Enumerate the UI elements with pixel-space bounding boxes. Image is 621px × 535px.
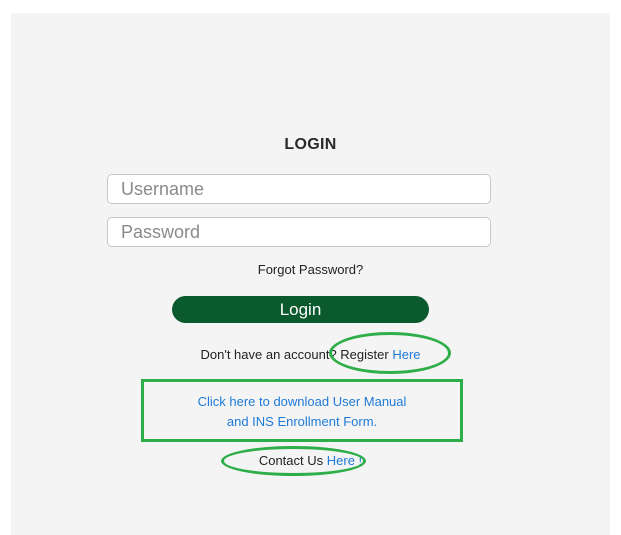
download-line-1: Click here to download User Manual bbox=[197, 394, 407, 409]
contact-here-link[interactable]: Here ! bbox=[327, 453, 362, 468]
register-here-link[interactable]: Here bbox=[392, 347, 420, 362]
password-input[interactable] bbox=[107, 217, 491, 247]
login-button[interactable]: Login bbox=[172, 296, 429, 323]
forgot-password-link[interactable]: Forgot Password? bbox=[11, 262, 610, 277]
contact-prompt-text: Contact Us bbox=[258, 453, 324, 468]
login-panel: LOGIN Forgot Password? Login Don't have … bbox=[11, 13, 610, 535]
register-prompt: Don't have an account? Register Here bbox=[11, 347, 610, 362]
page-title: LOGIN bbox=[284, 136, 337, 153]
contact-prompt: Contact Us Here ! bbox=[11, 453, 610, 468]
download-manual-link[interactable]: Click here to download User Manual and I… bbox=[141, 379, 463, 442]
username-input[interactable] bbox=[107, 174, 491, 204]
download-line-2: and INS Enrollment Form. bbox=[226, 414, 378, 429]
register-prompt-text: Don't have an account? Register bbox=[200, 347, 389, 362]
